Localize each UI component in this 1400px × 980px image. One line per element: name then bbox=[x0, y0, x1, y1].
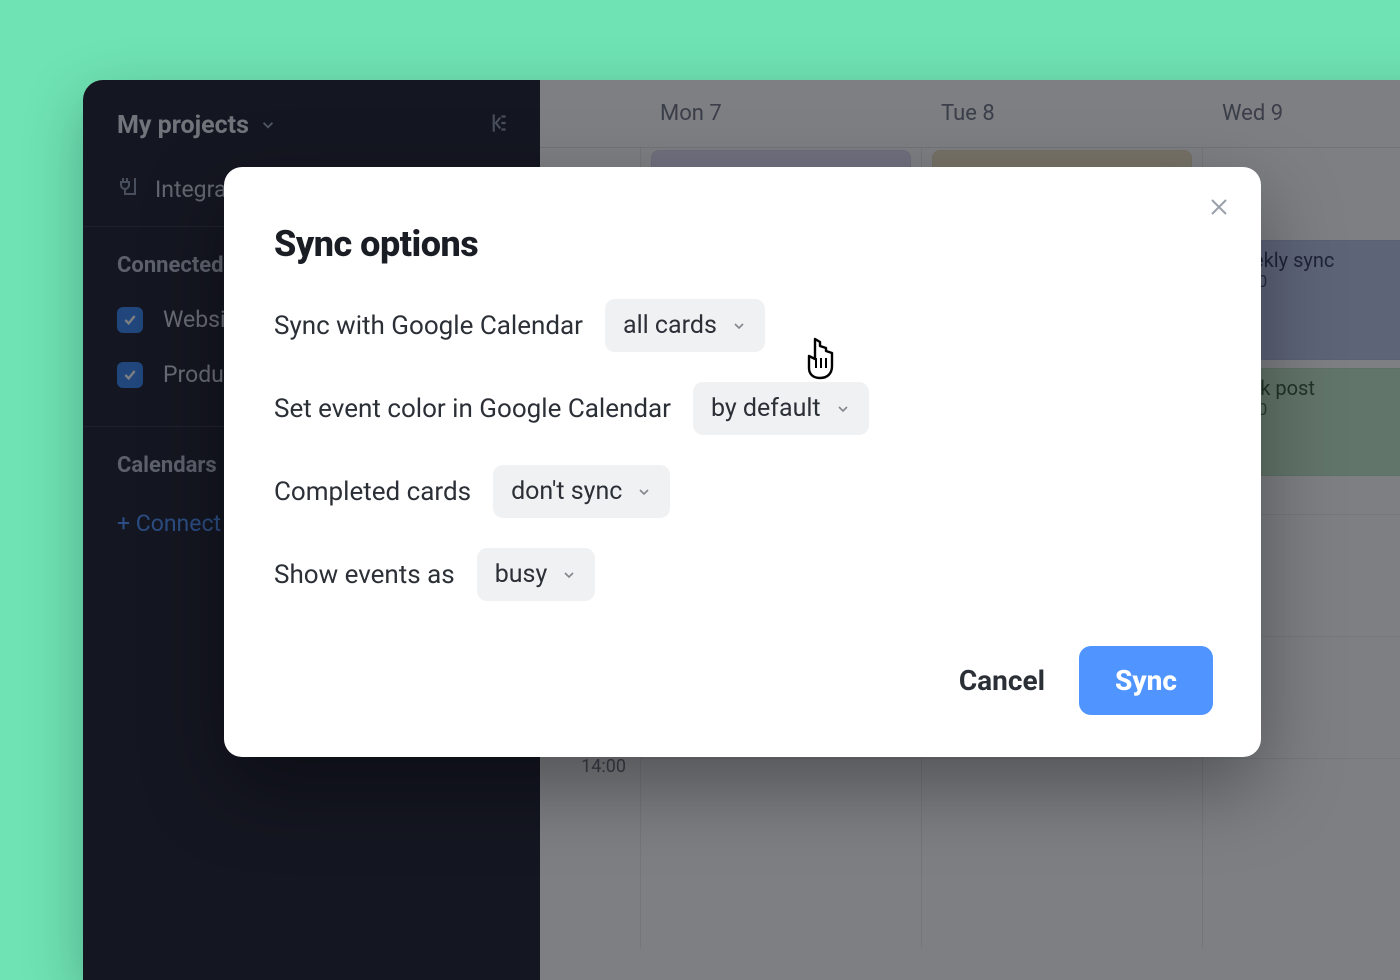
cancel-button[interactable]: Cancel bbox=[959, 664, 1045, 697]
field-label: Show events as bbox=[274, 560, 455, 590]
modal-title: Sync options bbox=[274, 223, 1211, 265]
select-value: all cards bbox=[623, 311, 717, 340]
select-value: by default bbox=[711, 394, 821, 423]
field-label: Completed cards bbox=[274, 477, 471, 507]
field-label: Sync with Google Calendar bbox=[274, 311, 583, 341]
field-label: Set event color in Google Calendar bbox=[274, 394, 671, 424]
select-value: don't sync bbox=[511, 477, 622, 506]
event-color-select[interactable]: by default bbox=[693, 382, 869, 435]
select-value: busy bbox=[495, 560, 548, 589]
completed-cards-select[interactable]: don't sync bbox=[493, 465, 670, 518]
close-button[interactable] bbox=[1207, 195, 1231, 223]
sync-scope-select[interactable]: all cards bbox=[605, 299, 765, 352]
show-events-as-select[interactable]: busy bbox=[477, 548, 596, 601]
chevron-down-icon bbox=[731, 318, 747, 334]
chevron-down-icon bbox=[835, 401, 851, 417]
chevron-down-icon bbox=[561, 567, 577, 583]
chevron-down-icon bbox=[636, 484, 652, 500]
sync-button[interactable]: Sync bbox=[1079, 646, 1213, 715]
close-icon bbox=[1207, 195, 1231, 219]
sync-options-modal: Sync options Sync with Google Calendar a… bbox=[224, 167, 1261, 757]
